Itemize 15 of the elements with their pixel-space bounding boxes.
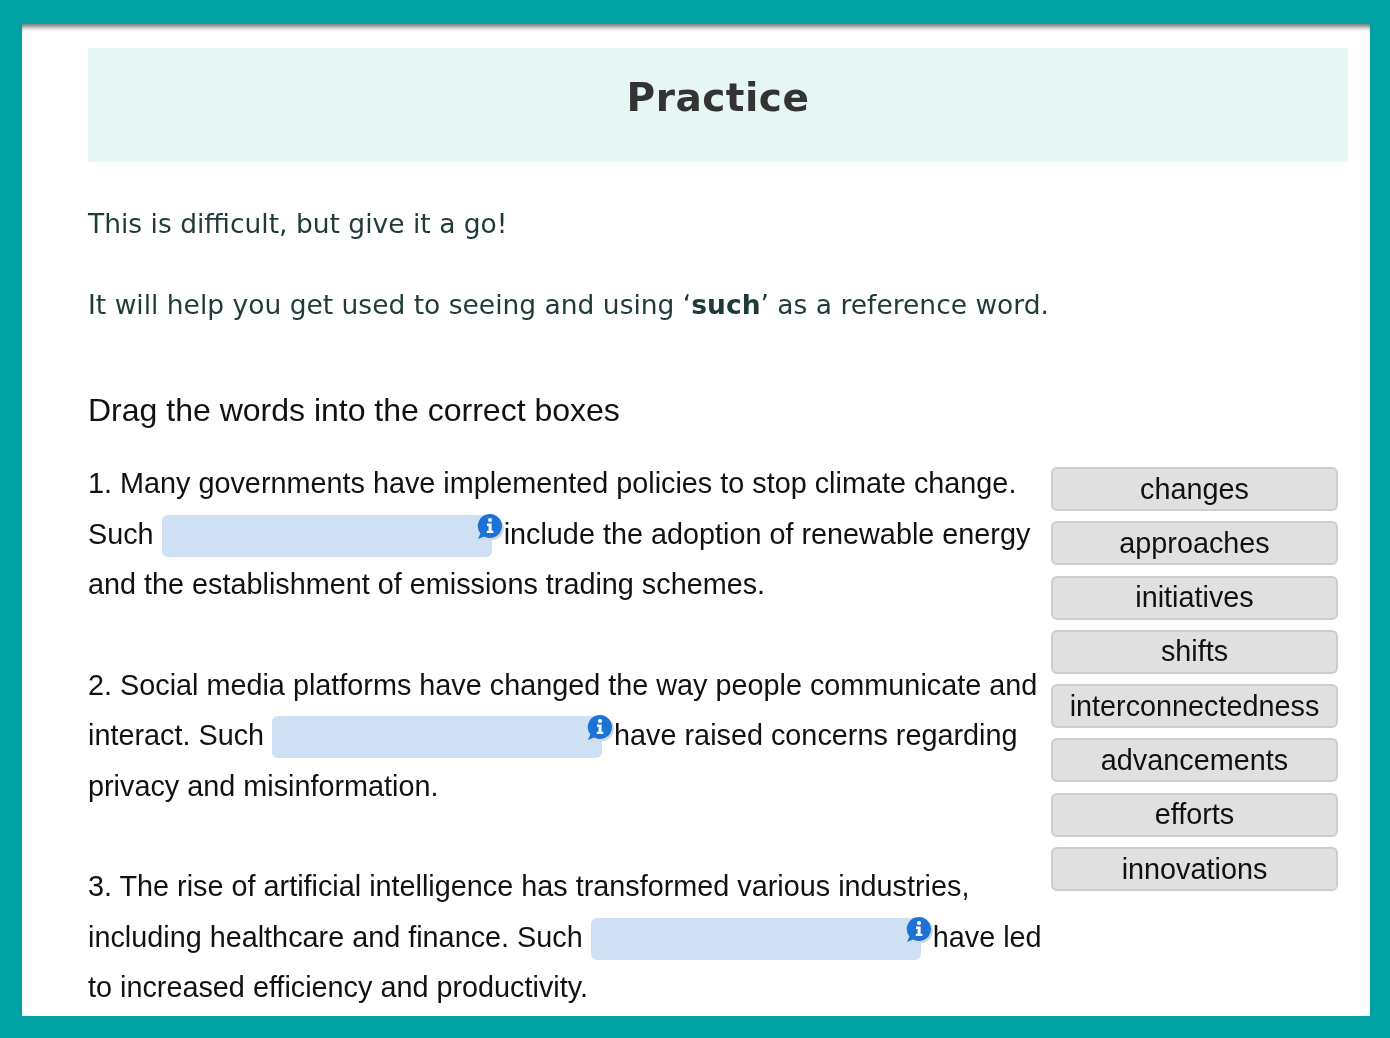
draggable-word[interactable]: shifts <box>1051 629 1338 674</box>
question-text: 1. Many governments have implemented policies to stop climate change. Such include the adoption of renewable energy and the establishment of emissions trading schemes. <box>88 466 1032 602</box>
draggable-word[interactable]: innovations <box>1051 847 1338 892</box>
question-text: 2. Social media platforms have changed the way people communicate and interact. Such have raised concerns regarding privacy and misinformation. <box>88 667 1039 804</box>
draggable-word[interactable]: advancements <box>1051 738 1338 783</box>
instruction-heading: Drag the words into the correct boxes <box>88 391 621 430</box>
question-text: 3. The rise of artificial intelligence has transformed various industries, including healthcare and finance. Such have led to increased efficiency and productivity. <box>88 869 1043 1005</box>
draggable-word[interactable]: efforts <box>1051 792 1338 837</box>
draggable-word[interactable]: approaches <box>1051 521 1338 566</box>
draggable-word[interactable]: changes <box>1051 467 1338 511</box>
intro-text: This is difficult, but give it a go! <box>88 207 509 241</box>
draggable-word[interactable]: interconnectedness <box>1051 684 1338 729</box>
draggable-word[interactable]: initiatives <box>1051 575 1338 620</box>
page-title: Practice <box>626 75 810 121</box>
intro-text: It will help you get used to seeing and using ‘such’ as a reference word. <box>88 288 1050 322</box>
